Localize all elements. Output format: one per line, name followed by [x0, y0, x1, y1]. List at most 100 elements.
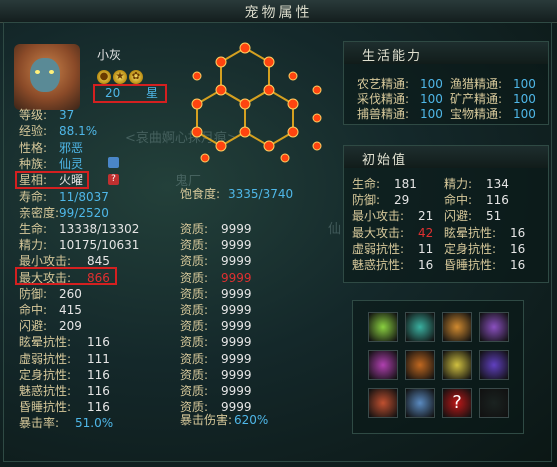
initial-value: 134: [486, 177, 509, 191]
crit-damage-label: 暴击伤害:: [180, 413, 233, 427]
aptitude-value: 9999: [221, 222, 252, 236]
attribute-label: 定身抗性:: [19, 367, 72, 382]
vortex-skill-icon[interactable]: [405, 312, 435, 342]
life-skill-value: 100: [420, 92, 443, 106]
pet-skill-hexagon-graph: [191, 42, 322, 163]
initial-value-label: 昏睡抗性:: [444, 258, 497, 272]
aptitude-label: 资质:: [180, 351, 209, 366]
life-skill-value: 100: [420, 107, 443, 121]
attribute-value: 116: [87, 384, 110, 398]
attribute-label: 虚弱抗性:: [19, 351, 72, 366]
star-rating: ● ★ ✿: [97, 68, 145, 84]
window-title: 宠物属性: [244, 5, 313, 21]
empty-slot: [479, 388, 509, 418]
aptitude-value: 9999: [221, 286, 252, 301]
life-skills-title: 生活能力: [362, 49, 423, 64]
crit-damage-value: 620%: [234, 413, 269, 427]
initial-value-label: 闪避:: [444, 209, 473, 224]
life-skill-label: 矿产精通:: [450, 92, 503, 106]
initial-values-title: 初始值: [362, 153, 408, 168]
stat-label: 经验:: [19, 124, 48, 139]
cross-slash-skill-icon[interactable]: [405, 388, 435, 418]
initial-value-label: 生命:: [352, 177, 381, 191]
arcane-slash-skill-icon[interactable]: [479, 312, 509, 342]
attribute-value: 116: [87, 335, 110, 350]
attribute-label: 眩晕抗性:: [19, 335, 72, 350]
attribute-value: 116: [87, 400, 110, 415]
attribute-label: 生命:: [19, 222, 48, 236]
life-skill-label: 宝物精通:: [450, 107, 503, 121]
initial-value: 16: [510, 258, 526, 272]
aptitude-value: 9999: [221, 351, 252, 366]
max-attack-highlight-box: [15, 267, 117, 285]
attribute-value: 10175/10631: [59, 238, 140, 253]
initial-value: 16: [510, 241, 526, 256]
initial-value-label: 定身抗性:: [444, 241, 497, 256]
stat-label: 种族:: [19, 156, 48, 171]
initial-value: 116: [486, 193, 509, 208]
initial-value-label: 最大攻击:: [352, 225, 405, 240]
pet-avatar: [14, 44, 80, 110]
aptitude-label: 资质:: [180, 222, 209, 236]
star-unit: 星: [146, 86, 159, 100]
aptitude-value: 9999: [221, 238, 252, 253]
flame-pillar-skill-icon[interactable]: [442, 312, 472, 342]
pet-name: 小灰: [97, 48, 122, 62]
attribute-label: 昏睡抗性:: [19, 400, 72, 415]
astrology-highlight-box: [15, 171, 89, 189]
life-skill-label: 渔猎精通:: [450, 77, 503, 91]
initial-value-label: 魅惑抗性:: [352, 258, 405, 272]
initial-value: 11: [418, 241, 434, 256]
holy-light-skill-icon[interactable]: [442, 350, 472, 380]
initial-value: 51: [486, 209, 502, 224]
satiety-value: 3335/3740: [228, 187, 294, 201]
attribute-label: 防御:: [19, 286, 48, 301]
aptitude-value: 9999: [221, 367, 252, 382]
stat-value: 仙灵: [59, 156, 84, 171]
life-skill-value: 100: [513, 92, 536, 106]
stat-label: 亲密度:: [19, 205, 60, 220]
initial-value: 16: [510, 225, 526, 240]
stat-value: 88.1%: [59, 124, 98, 139]
attribute-value: 415: [59, 303, 82, 317]
lightning-skill-icon[interactable]: [368, 312, 398, 342]
astrology-help-icon[interactable]: ?: [108, 174, 119, 185]
crescent-skill-icon[interactable]: [368, 388, 398, 418]
aptitude-label: 资质:: [180, 367, 209, 382]
aptitude-label: 资质:: [180, 254, 209, 269]
initial-value-label: 眩晕抗性:: [444, 225, 497, 240]
star-count: 20: [105, 86, 121, 100]
stat-value: 邪恶: [59, 140, 84, 155]
attribute-label: 魅惑抗性:: [19, 384, 72, 398]
initial-value-label: 虚弱抗性:: [352, 241, 405, 256]
aptitude-value: 9999: [221, 254, 252, 269]
storm-skill-icon[interactable]: [479, 350, 509, 380]
initial-value: 29: [394, 193, 410, 208]
initial-value: 16: [418, 258, 434, 272]
attribute-value: 260: [59, 286, 82, 301]
attribute-label: 精力:: [19, 238, 48, 253]
stat-label: 寿命:: [19, 189, 48, 204]
star-icon: ●: [97, 70, 111, 84]
race-icon: [108, 157, 119, 168]
stat-label: 等级:: [19, 108, 48, 122]
background-text-3: 仙: [328, 222, 342, 237]
aptitude-value: 9999: [221, 335, 252, 350]
unknown-skill-icon[interactable]: ?: [442, 388, 472, 418]
initial-value-label: 精力:: [444, 177, 473, 191]
life-skill-label: 捕兽精通:: [357, 107, 410, 121]
aptitude-label: 资质:: [180, 270, 209, 285]
life-skill-label: 采伐精通:: [357, 92, 410, 106]
spiral-skill-icon[interactable]: [368, 350, 398, 380]
aptitude-label: 资质:: [180, 319, 209, 334]
aptitude-label: 资质:: [180, 238, 209, 253]
title-bar[interactable]: 宠物属性: [0, 0, 557, 23]
fire-burst-skill-icon[interactable]: [405, 350, 435, 380]
initial-value: 21: [418, 209, 434, 224]
life-skill-value: 100: [513, 77, 536, 91]
aptitude-label: 资质:: [180, 335, 209, 350]
aptitude-value: 9999: [221, 270, 252, 285]
satiety-label: 饱食度:: [180, 187, 221, 201]
attribute-value: 116: [87, 367, 110, 382]
stat-value: 11/8037: [59, 189, 109, 204]
